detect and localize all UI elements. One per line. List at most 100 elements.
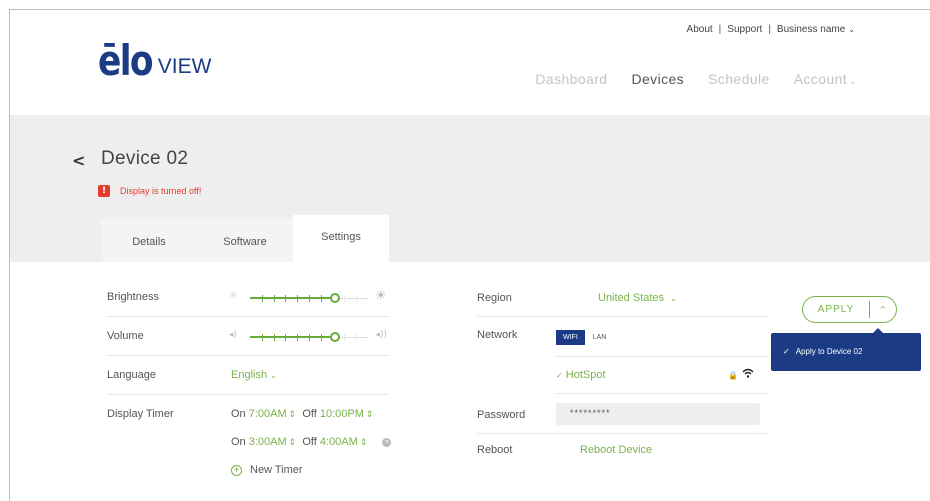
- display-timer-row: Display Timer On 7:00AM ⇕ Off 10:00PM ⇕ On…: [107, 395, 392, 475]
- app-frame: ēlo VIEW About | Support | Business name…: [9, 9, 930, 501]
- timer-on-time[interactable]: 3:00AM: [249, 436, 287, 448]
- nav-account[interactable]: Account ⌄: [794, 71, 857, 87]
- tab-software[interactable]: Software: [197, 219, 293, 262]
- lan-option[interactable]: LAN: [585, 330, 615, 345]
- chevron-down-icon: ⌄: [270, 371, 277, 380]
- plus-circle-icon: +: [231, 464, 242, 476]
- new-timer-button[interactable]: + New Timer: [231, 464, 303, 476]
- reboot-device-link[interactable]: Reboot Device: [580, 444, 652, 456]
- settings-left-column: Brightness ☼ ☀ Volume ◂) ◂)) Language En…: [107, 278, 392, 476]
- slider-tick: [262, 334, 263, 341]
- time-stepper-icon[interactable]: ⇕: [289, 409, 297, 419]
- slider-tick: [309, 334, 310, 341]
- settings-right-column: Region United States ⌄ Network WIFI LAN …: [477, 278, 769, 456]
- slider-tick: [309, 295, 310, 302]
- reboot-label: Reboot: [477, 444, 513, 456]
- time-stepper-icon[interactable]: ⇕: [366, 409, 374, 419]
- timer-on-label: On: [231, 408, 246, 420]
- link-separator: |: [768, 24, 771, 35]
- slider-tick: [274, 334, 275, 341]
- nav-dashboard[interactable]: Dashboard: [535, 71, 607, 87]
- volume-knob[interactable]: [330, 332, 340, 342]
- nav-schedule[interactable]: Schedule: [708, 71, 770, 87]
- region-value: United States: [598, 292, 665, 304]
- wifi-network-item[interactable]: ✓ HotSpot: [556, 369, 606, 381]
- slider-tick: [285, 295, 286, 302]
- chevron-down-icon: ⌄: [848, 25, 855, 34]
- brightness-track: [250, 293, 368, 303]
- chevron-down-icon: ⌄: [849, 76, 857, 86]
- ssid-name: HotSpot: [565, 369, 606, 381]
- alert-icon: !: [98, 185, 110, 197]
- network-type-toggle: WIFI LAN: [556, 330, 614, 345]
- main-nav: Dashboard Devices Schedule Account ⌄: [535, 71, 857, 87]
- slider-tick: [356, 295, 357, 302]
- wifi-signal-icon: [742, 368, 754, 381]
- slider-tick: [321, 334, 322, 341]
- slider-tick: [297, 334, 298, 341]
- link-separator: |: [718, 24, 722, 35]
- timer-off-time[interactable]: 4:00AM: [320, 436, 358, 448]
- time-stepper-icon[interactable]: ⇕: [360, 437, 368, 447]
- apply-menu-item[interactable]: Apply to Device 02: [796, 347, 863, 356]
- timer-on-label: On: [231, 436, 246, 448]
- elo-view-logo[interactable]: ēlo VIEW: [98, 40, 211, 82]
- time-stepper-icon[interactable]: ⇕: [289, 437, 297, 447]
- wifi-option[interactable]: WIFI: [556, 330, 585, 345]
- apply-dropdown-menu[interactable]: ✓ Apply to Device 02: [771, 328, 921, 371]
- volume-track: [250, 332, 368, 342]
- language-select[interactable]: English ⌄: [231, 369, 277, 381]
- volume-slider[interactable]: ◂) ◂)): [229, 329, 389, 345]
- nav-devices[interactable]: Devices: [631, 71, 684, 87]
- brightness-slider[interactable]: ☼ ☀: [229, 288, 389, 306]
- top-links: About | Support | Business name ⌄: [687, 24, 855, 35]
- display-timer-label: Display Timer: [107, 408, 174, 420]
- divider: [477, 433, 769, 434]
- region-row: Region United States ⌄: [477, 278, 769, 317]
- header: ēlo VIEW About | Support | Business name…: [10, 10, 930, 115]
- tab-details[interactable]: Details: [101, 219, 197, 262]
- timer-entry: On 7:00AM ⇕ Off 10:00PM ⇕: [231, 408, 373, 420]
- check-icon: ✓: [556, 371, 563, 380]
- business-menu[interactable]: Business name ⌄: [777, 24, 855, 35]
- slider-tick: [344, 295, 345, 302]
- language-row: Language English ⌄: [107, 356, 389, 395]
- slider-tick: [344, 334, 345, 341]
- new-timer-label: New Timer: [250, 464, 303, 476]
- password-input[interactable]: *********: [556, 403, 760, 425]
- apply-button[interactable]: APPLY: [803, 304, 869, 315]
- region-select[interactable]: United States ⌄: [598, 292, 677, 304]
- timer-off-label: Off: [302, 436, 317, 448]
- logo-subtitle: VIEW: [157, 55, 212, 78]
- divider: [556, 356, 769, 357]
- volume-high-icon: ◂)): [375, 330, 387, 340]
- slider-tick: [274, 295, 275, 302]
- chevron-up-icon[interactable]: ^: [870, 305, 896, 314]
- lock-icon: 🔒: [728, 371, 738, 380]
- timer-off-label: Off: [302, 408, 317, 420]
- display-off-alert: ! Display is turned off!: [98, 185, 201, 197]
- apply-split-button: APPLY ^: [802, 296, 897, 323]
- sun-dim-icon: ☼: [229, 291, 238, 301]
- region-label: Region: [477, 292, 512, 304]
- chevron-down-icon: ⌄: [670, 294, 677, 303]
- alert-text: Display is turned off!: [120, 186, 202, 196]
- timer-off-time[interactable]: 10:00PM: [320, 408, 364, 420]
- language-label: Language: [107, 369, 156, 381]
- nav-account-label: Account: [793, 71, 848, 87]
- slider-tick: [321, 295, 322, 302]
- tab-settings[interactable]: Settings: [293, 215, 389, 262]
- about-link[interactable]: About: [687, 24, 713, 35]
- slider-tick: [356, 334, 357, 341]
- brightness-knob[interactable]: [330, 293, 340, 303]
- timer-on-time[interactable]: 7:00AM: [249, 408, 287, 420]
- remove-timer-icon[interactable]: ×: [382, 438, 392, 447]
- network-label: Network: [477, 329, 518, 341]
- sun-bright-icon: ☀: [374, 288, 387, 304]
- logo-wordmark: ēlo: [98, 36, 154, 85]
- language-value: English: [231, 369, 268, 381]
- brightness-label: Brightness: [107, 291, 159, 303]
- back-chevron-icon[interactable]: <: [72, 151, 85, 170]
- brightness-row: Brightness ☼ ☀: [107, 278, 389, 317]
- support-link[interactable]: Support: [727, 24, 762, 35]
